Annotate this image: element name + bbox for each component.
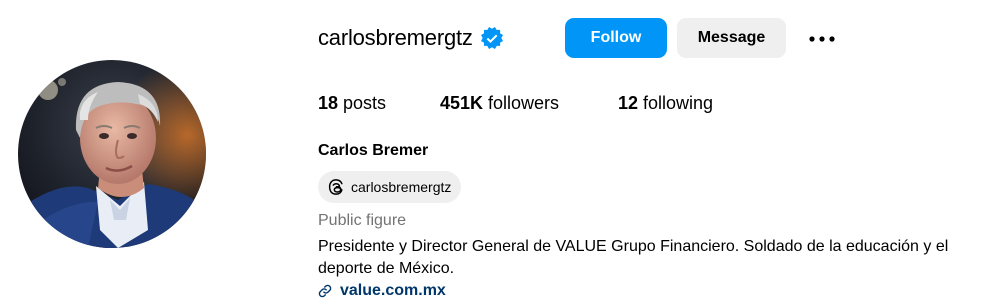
threads-badge-link[interactable]: carlosbremergtz [318,171,462,203]
followers-link[interactable]: 451K followers [440,93,559,114]
follow-button[interactable]: Follow [565,18,667,58]
threads-handle: carlosbremergtz [351,179,452,195]
posts-stat: 18 posts [318,93,386,114]
followers-label: followers [488,93,560,113]
posts-count: 18 [318,93,339,113]
profile-bio: Presidente y Director General de VALUE G… [318,238,949,277]
threads-icon [328,179,343,195]
username-row: carlosbremergtz [318,18,503,58]
following-label: following [643,93,714,113]
link-icon [318,284,332,298]
profile-category: Public figure [318,212,407,229]
following-link[interactable]: 12 following [618,93,713,114]
posts-label: posts [343,93,387,113]
profile-avatar[interactable] [18,60,206,248]
followers-count: 451K [440,93,484,113]
full-name: Carlos Bremer [318,142,429,159]
more-options-button[interactable] [806,27,838,51]
following-count: 12 [618,93,639,113]
username: carlosbremergtz [318,25,473,50]
more-horizontal-icon [809,36,835,42]
message-button[interactable]: Message [677,18,786,58]
avatar-photo [18,60,206,248]
external-link[interactable]: value.com.mx [318,280,446,302]
verified-badge-icon [480,27,503,49]
link-text: value.com.mx [340,282,446,299]
